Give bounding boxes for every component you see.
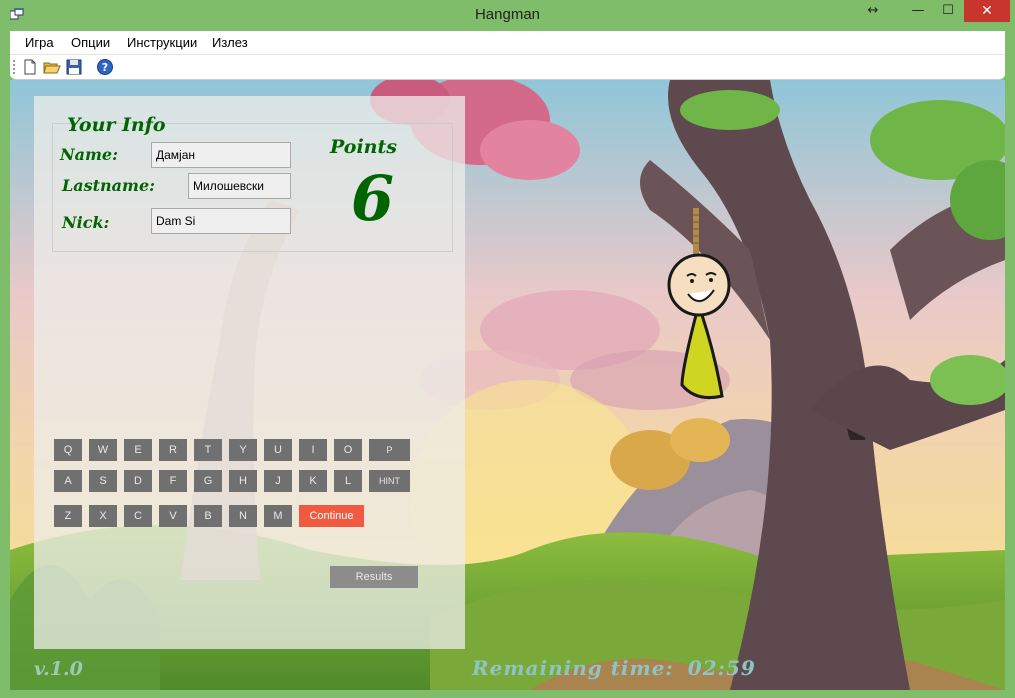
key-z[interactable]: Z — [54, 505, 82, 527]
save-icon[interactable] — [65, 58, 83, 76]
key-s[interactable]: S — [89, 470, 117, 492]
toolbar-grip[interactable] — [13, 60, 16, 74]
new-document-icon[interactable] — [21, 58, 39, 76]
continue-button[interactable]: Continue — [299, 505, 364, 527]
key-n[interactable]: N — [229, 505, 257, 527]
key-x[interactable]: X — [89, 505, 117, 527]
remaining-time: Remaining time: 02:59 — [472, 656, 756, 680]
remaining-time-value: 02:59 — [687, 656, 756, 680]
minimize-button[interactable]: — — [905, 0, 931, 22]
menu-game[interactable]: Игра — [25, 35, 54, 50]
window-border-left — [0, 30, 10, 698]
key-i[interactable]: I — [299, 439, 327, 461]
key-g[interactable]: G — [194, 470, 222, 492]
key-v[interactable]: V — [159, 505, 187, 527]
menu-exit[interactable]: Излез — [212, 35, 248, 50]
key-a[interactable]: A — [54, 470, 82, 492]
remaining-time-label: Remaining time: — [472, 656, 674, 680]
key-m[interactable]: M — [264, 505, 292, 527]
key-q[interactable]: Q — [54, 439, 82, 461]
name-field[interactable]: Дамјан — [151, 142, 291, 168]
key-l[interactable]: L — [334, 470, 362, 492]
key-c[interactable]: C — [124, 505, 152, 527]
lastname-field[interactable]: Милошевски — [188, 173, 291, 199]
resize-icon[interactable]: ↔ — [862, 0, 884, 22]
open-folder-icon[interactable] — [43, 58, 61, 76]
close-button[interactable]: ✕ — [964, 0, 1010, 22]
menu-instructions[interactable]: Инструкции — [127, 35, 197, 50]
lastname-label: Lastname: — [62, 176, 156, 195]
key-u[interactable]: U — [264, 439, 292, 461]
key-o[interactable]: O — [334, 439, 362, 461]
points-value: 6 — [350, 162, 395, 235]
menu-options[interactable]: Опции — [71, 35, 110, 50]
name-label: Name: — [60, 145, 119, 164]
key-w[interactable]: W — [89, 439, 117, 461]
version-label: v.1.0 — [34, 658, 83, 680]
player-panel: Your Info Name: Дамјан Lastname: Милошев… — [34, 96, 465, 649]
key-j[interactable]: J — [264, 470, 292, 492]
key-t[interactable]: T — [194, 439, 222, 461]
key-b[interactable]: B — [194, 505, 222, 527]
key-r[interactable]: R — [159, 439, 187, 461]
title-bar: Hangman ↔ — ☐ ✕ — [0, 0, 1015, 30]
nick-label: Nick: — [62, 213, 110, 232]
menu-bar: Игра Опции Инструкции Излез — [10, 31, 1005, 55]
key-d[interactable]: D — [124, 470, 152, 492]
help-icon[interactable]: ? — [96, 58, 114, 76]
points-label: Points — [330, 136, 397, 158]
key-k[interactable]: K — [299, 470, 327, 492]
key-f[interactable]: F — [159, 470, 187, 492]
key-y[interactable]: Y — [229, 439, 257, 461]
hangman-head — [667, 253, 731, 317]
window-border-bottom — [0, 690, 1015, 698]
game-scene: Your Info Name: Дамјан Lastname: Милошев… — [10, 80, 1005, 690]
nick-field[interactable]: Dam Si — [151, 208, 291, 234]
key-p[interactable]: P — [369, 439, 410, 461]
hint-button[interactable]: HINT — [369, 470, 410, 492]
maximize-button[interactable]: ☐ — [935, 0, 961, 22]
svg-text:?: ? — [102, 61, 108, 74]
toolbar: ? — [10, 55, 1005, 80]
key-h[interactable]: H — [229, 470, 257, 492]
key-e[interactable]: E — [124, 439, 152, 461]
your-info-heading: Your Info — [67, 114, 166, 136]
results-button[interactable]: Results — [330, 566, 418, 588]
